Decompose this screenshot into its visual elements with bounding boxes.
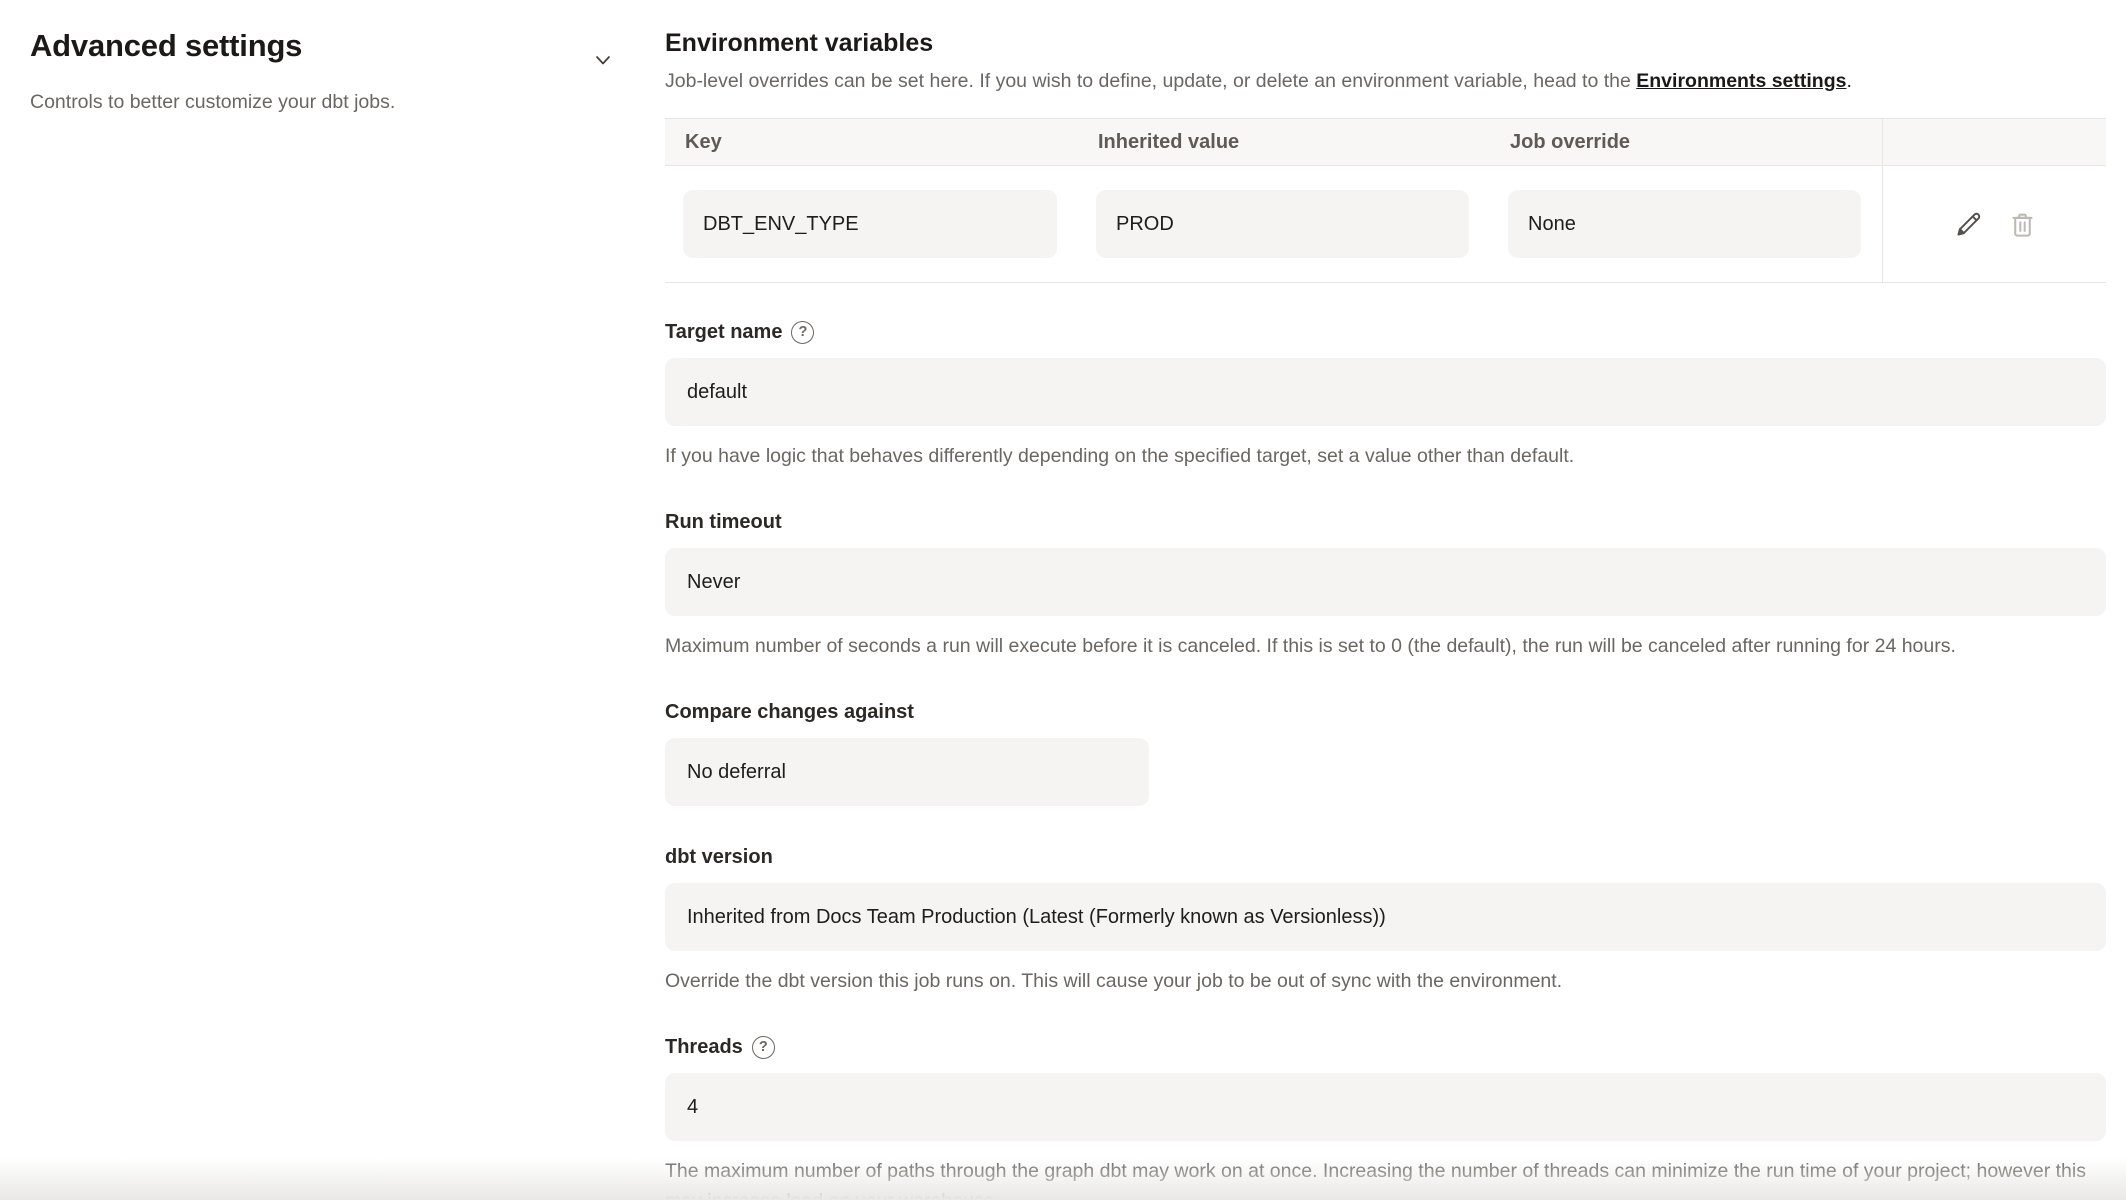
- compare-changes-label: Compare changes against: [665, 699, 914, 725]
- table-row: DBT_ENV_TYPE PROD None: [665, 166, 2106, 282]
- field-target-name: Target name ? default If you have logic …: [665, 319, 2106, 471]
- env-var-inherited-value-field: PROD: [1096, 190, 1469, 258]
- advanced-settings-header-panel: Advanced settings Controls to better cus…: [0, 0, 640, 1200]
- target-name-input[interactable]: default: [665, 358, 2106, 426]
- environments-settings-link[interactable]: Environments settings: [1636, 70, 1846, 92]
- advanced-settings-page: Advanced settings Controls to better cus…: [0, 0, 2126, 1200]
- column-header-actions: [1882, 119, 2106, 165]
- run-timeout-help-text: Maximum number of seconds a run will exe…: [665, 631, 2106, 661]
- target-name-label: Target name: [665, 319, 782, 345]
- run-timeout-label: Run timeout: [665, 509, 782, 535]
- chevron-down-icon[interactable]: [591, 48, 615, 72]
- dbt-version-label: dbt version: [665, 844, 773, 870]
- field-dbt-version: dbt version Inherited from Docs Team Pro…: [665, 844, 2106, 996]
- dbt-version-help-text: Override the dbt version this job runs o…: [665, 966, 2106, 996]
- column-header-key: Key: [665, 119, 1078, 165]
- help-icon[interactable]: ?: [791, 321, 814, 344]
- delete-trash-icon[interactable]: [2008, 210, 2037, 239]
- page-subtitle: Controls to better customize your dbt jo…: [30, 88, 615, 116]
- field-run-timeout: Run timeout Never Maximum number of seco…: [665, 509, 2106, 661]
- env-vars-description: Job-level overrides can be set here. If …: [665, 66, 2106, 96]
- edit-pencil-icon[interactable]: [1953, 209, 1984, 240]
- env-vars-description-period: .: [1846, 70, 1851, 92]
- threads-input[interactable]: 4: [665, 1073, 2106, 1141]
- env-var-job-override-field: None: [1508, 190, 1861, 258]
- threads-label: Threads: [665, 1034, 743, 1060]
- compare-changes-select[interactable]: No deferral: [665, 738, 1149, 806]
- field-compare-changes-against: Compare changes against No deferral: [665, 699, 2106, 806]
- env-var-key-field: DBT_ENV_TYPE: [683, 190, 1057, 258]
- dbt-version-select[interactable]: Inherited from Docs Team Production (Lat…: [665, 883, 2106, 951]
- threads-help-text: The maximum number of paths through the …: [665, 1156, 2106, 1200]
- column-header-inherited-value: Inherited value: [1078, 119, 1490, 165]
- target-name-help-text: If you have logic that behaves different…: [665, 441, 2106, 471]
- help-icon[interactable]: ?: [752, 1036, 775, 1059]
- env-vars-table-header: Key Inherited value Job override: [665, 119, 2106, 166]
- advanced-settings-content: Environment variables Job-level override…: [665, 0, 2106, 1200]
- page-title: Advanced settings: [30, 26, 302, 66]
- field-threads: Threads ? 4 The maximum number of paths …: [665, 1034, 2106, 1200]
- env-vars-heading: Environment variables: [665, 26, 2106, 60]
- column-header-job-override: Job override: [1490, 119, 1882, 165]
- run-timeout-input[interactable]: Never: [665, 548, 2106, 616]
- env-vars-description-text: Job-level overrides can be set here. If …: [665, 70, 1636, 92]
- env-vars-table: Key Inherited value Job override DBT_ENV…: [665, 118, 2106, 283]
